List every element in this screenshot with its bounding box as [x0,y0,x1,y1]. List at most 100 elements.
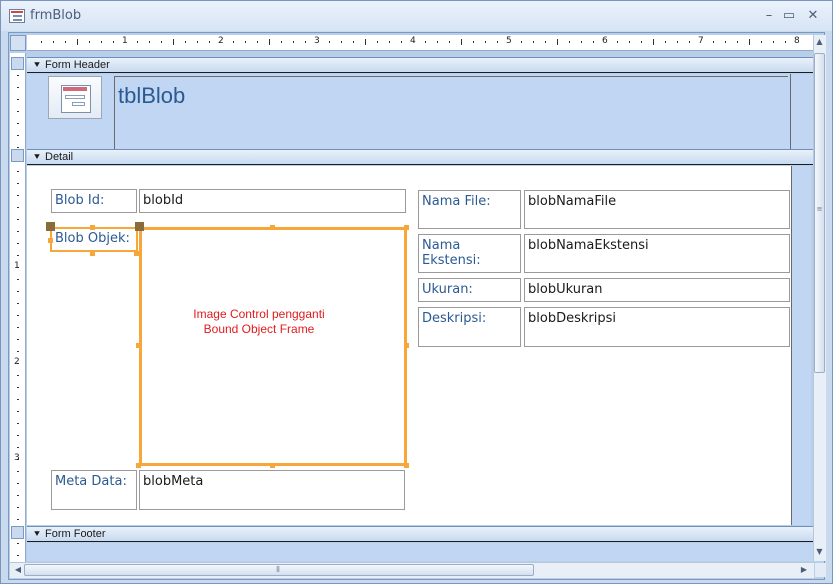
ruler-tick [293,41,294,43]
section-selector[interactable] [11,526,24,539]
move-handle[interactable] [46,222,55,231]
section-arrow-icon: ⯆ [33,152,41,163]
ruler-tick [749,39,750,45]
ruler-number: 3 [314,36,320,46]
horizontal-ruler[interactable]: 1 2 3 4 5 6 7 8 [27,35,813,51]
resize-grip-icon[interactable] [815,563,826,577]
image-control[interactable] [139,227,407,466]
ruler-tick [17,543,19,544]
field-nama-file[interactable]: blobNamaFile [524,190,790,229]
ruler-tick [17,495,19,496]
ruler-tick [17,327,19,328]
resize-handle[interactable] [270,225,275,230]
resize-handle[interactable] [404,463,409,468]
ruler-tick [449,41,450,43]
ruler-tick [377,41,378,43]
ruler-tick [17,171,19,172]
resize-handle[interactable] [136,343,141,348]
caption-line-1: Image Control pengganti [193,307,325,321]
field-nama-ekstensi[interactable]: blobNamaEkstensi [524,234,790,273]
ruler-tick [17,555,19,556]
ruler-tick [53,41,54,43]
field-ukuran[interactable]: blobUkuran [524,278,790,302]
ruler-tick [17,375,19,376]
ruler-tick [305,41,306,43]
section-bar-form-header[interactable]: ⯆ Form Header [27,57,813,73]
ruler-tick [737,41,738,43]
ruler-tick [725,41,726,43]
label-meta-data[interactable]: Meta Data: [51,470,137,510]
ruler-tick [353,41,354,43]
section-bar-detail[interactable]: ⯆ Detail [27,149,813,165]
resize-handle[interactable] [404,343,409,348]
ruler-tick [17,99,19,100]
form-icon[interactable] [9,9,25,23]
scroll-right-arrow-icon[interactable]: ▶ [797,563,811,577]
ruler-tick [713,41,714,43]
ruler-tick [17,75,19,76]
label-deskripsi[interactable]: Deskripsi: [418,307,521,347]
scroll-left-arrow-icon[interactable]: ◀ [12,563,24,577]
header-title-box[interactable] [114,76,788,149]
ruler-tick [17,243,19,244]
ruler-number: 1 [14,261,20,271]
resize-handle[interactable] [90,225,95,230]
ruler-tick [689,41,690,43]
ruler-tick [245,41,246,43]
ruler-tick [641,41,642,43]
resize-handle[interactable] [48,238,53,243]
field-blob-id[interactable]: blobId [139,189,406,213]
ruler-tick [365,39,366,45]
ruler-tick [17,339,19,340]
restore-button[interactable]: ▭ [778,6,800,26]
resize-handle[interactable] [136,463,141,468]
ruler-tick [17,207,19,208]
label-blob-id[interactable]: Blob Id: [51,189,137,213]
resize-handle[interactable] [270,463,275,468]
section-selector[interactable] [11,57,24,70]
ruler-number: 4 [410,36,416,46]
minimize-button[interactable]: – [758,6,780,26]
title-bar[interactable] [1,1,832,31]
form-footer-area[interactable] [27,543,813,561]
ruler-tick [281,41,282,43]
label-blob-objek[interactable]: Blob Objek: [50,227,138,252]
ruler-tick [473,41,474,43]
field-deskripsi[interactable]: blobDeskripsi [524,307,790,347]
ruler-tick [113,41,114,43]
image-control-caption: Image Control pengganti Bound Object Fram… [139,307,379,337]
ruler-tick [17,447,19,448]
ruler-tick [17,519,19,520]
ruler-tick [17,255,19,256]
form-logo[interactable] [48,76,102,119]
ruler-tick [593,41,594,43]
ruler-tick [89,41,90,43]
section-arrow-icon: ⯆ [33,529,41,540]
label-nama-file[interactable]: Nama File: [418,190,521,229]
close-button[interactable]: ✕ [802,6,824,26]
ruler-tick [485,41,486,43]
ruler-number: 5 [506,36,512,46]
scroll-up-arrow-icon[interactable]: ▲ [813,35,826,49]
ruler-number: 7 [698,36,704,46]
section-selector[interactable] [11,149,24,162]
section-bar-form-footer[interactable]: ⯆ Form Footer [27,526,813,542]
section-label: Detail [45,151,74,163]
label-ukuran[interactable]: Ukuran: [418,278,521,302]
ruler-tick [17,195,19,196]
vertical-ruler[interactable]: 1 2 3 [10,53,26,569]
ruler-tick [17,351,19,352]
ruler-tick [17,231,19,232]
ruler-tick [257,41,258,43]
move-handle[interactable] [135,222,144,231]
scroll-down-arrow-icon[interactable]: ▼ [813,545,826,559]
field-meta-data[interactable]: blobMeta [139,470,405,510]
resize-handle[interactable] [90,251,95,256]
ruler-number: 2 [218,36,224,46]
resize-handle[interactable] [404,225,409,230]
label-nama-ekstensi[interactable]: Nama Ekstensi: [418,234,521,273]
resize-handle[interactable] [134,251,139,256]
form-selector[interactable] [10,35,26,51]
ruler-tick [17,483,19,484]
scroll-grip-icon: ⦀ [276,565,280,574]
